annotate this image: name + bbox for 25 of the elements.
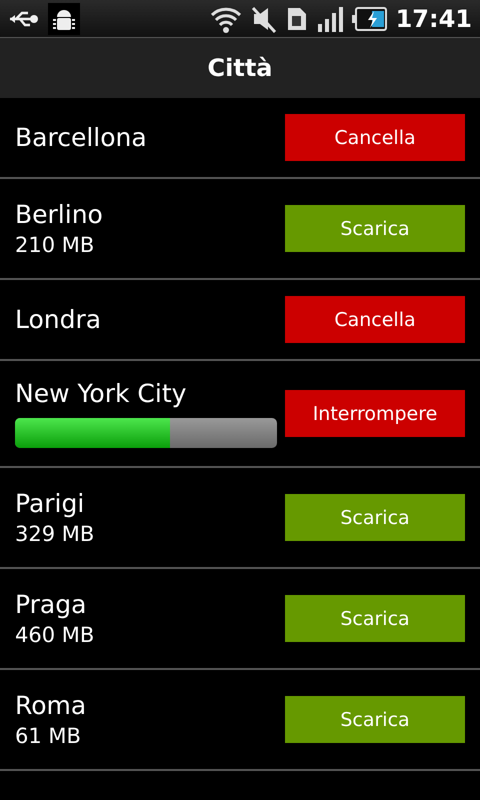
city-name: Londra <box>15 305 102 334</box>
city-name: New York City <box>15 379 188 408</box>
screen-title: Città <box>208 54 272 82</box>
muted-speaker-icon <box>250 4 278 32</box>
action-button[interactable]: Scarica <box>285 205 465 252</box>
sim-card-icon <box>286 6 308 32</box>
city-name: Berlino <box>15 200 104 229</box>
city-name: Barcellona <box>15 123 148 152</box>
city-name: Parigi <box>15 489 86 518</box>
action-button[interactable]: Scarica <box>285 494 465 541</box>
android-icon <box>48 2 80 34</box>
action-button[interactable]: Interrompere <box>285 390 465 437</box>
action-button[interactable]: Scarica <box>285 696 465 743</box>
download-size: 329 MB <box>15 522 96 546</box>
city-name: Roma <box>15 691 88 720</box>
action-button[interactable]: Cancella <box>285 296 465 343</box>
action-button[interactable]: Cancella <box>285 114 465 161</box>
city-name: Praga <box>15 590 88 619</box>
download-size: 61 MB <box>15 724 82 748</box>
download-size: 210 MB <box>15 233 96 257</box>
battery-charging-icon <box>352 6 388 32</box>
download-size: 460 MB <box>15 623 96 647</box>
signal-icon <box>316 6 344 32</box>
action-button[interactable]: Scarica <box>285 595 465 642</box>
status-time: 17:41 <box>396 4 472 32</box>
